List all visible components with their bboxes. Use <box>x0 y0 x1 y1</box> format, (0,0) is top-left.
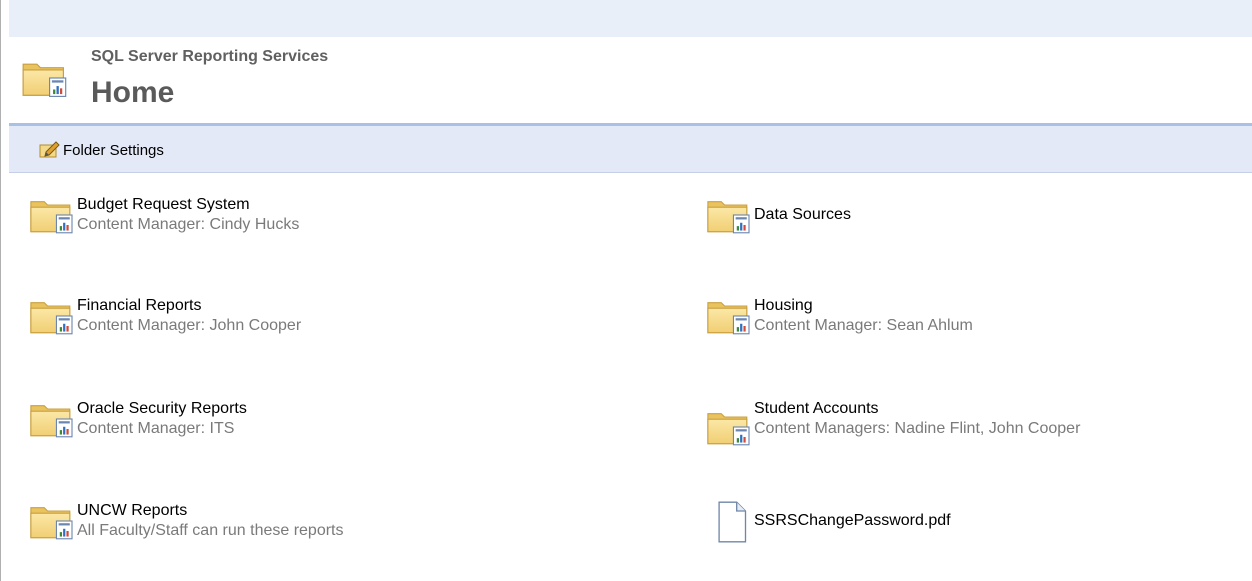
list-item[interactable]: Data Sources <box>704 195 851 235</box>
item-description: Content Manager: John Cooper <box>77 317 302 334</box>
item-name[interactable]: UNCW Reports <box>77 501 344 521</box>
list-item[interactable]: UNCW Reports All Faculty/Staff can run t… <box>27 501 344 541</box>
report-folder-icon <box>704 296 754 336</box>
app-title: SQL Server Reporting Services <box>91 48 329 65</box>
item-description: All Faculty/Staff can run these reports <box>77 522 344 539</box>
list-item[interactable]: Budget Request System Content Manager: C… <box>27 195 299 235</box>
item-name[interactable]: Housing <box>754 296 973 316</box>
list-item[interactable]: Student Accounts Content Managers: Nadin… <box>704 399 1084 447</box>
item-name[interactable]: Financial Reports <box>77 296 301 316</box>
list-item[interactable]: Oracle Security Reports Content Manager:… <box>27 399 247 439</box>
item-name[interactable]: Budget Request System <box>77 195 299 215</box>
report-folder-icon <box>704 195 754 235</box>
report-folder-icon <box>27 399 77 439</box>
item-description: Content Manager: ITS <box>77 420 235 437</box>
report-folder-icon <box>22 57 68 99</box>
top-band <box>9 0 1252 37</box>
item-name[interactable]: SSRSChangePassword.pdf <box>754 511 951 531</box>
folder-settings-label: Folder Settings <box>63 141 164 159</box>
report-folder-icon <box>27 195 77 235</box>
report-folder-icon <box>27 501 77 541</box>
report-folder-icon <box>27 296 77 336</box>
left-border <box>0 0 1 581</box>
item-description: Content Manager: Sean Ahlum <box>754 317 973 334</box>
document-icon <box>718 501 747 543</box>
toolbar <box>9 126 1252 173</box>
item-description: Content Managers: Nadine Flint, John Coo… <box>754 420 1081 437</box>
page-title: Home <box>91 76 175 109</box>
list-item[interactable]: Housing Content Manager: Sean Ahlum <box>704 296 973 336</box>
item-description: Content Manager: Cindy Hucks <box>77 216 300 233</box>
item-name[interactable]: Oracle Security Reports <box>77 399 247 419</box>
list-item[interactable]: SSRSChangePassword.pdf <box>704 500 951 544</box>
folder-settings-button[interactable]: Folder Settings <box>39 141 164 159</box>
item-name[interactable]: Data Sources <box>754 205 851 225</box>
item-name[interactable]: Student Accounts <box>754 399 1084 419</box>
list-item[interactable]: Financial Reports Content Manager: John … <box>27 296 301 336</box>
report-folder-icon <box>704 407 754 447</box>
folder-settings-icon <box>39 141 60 158</box>
